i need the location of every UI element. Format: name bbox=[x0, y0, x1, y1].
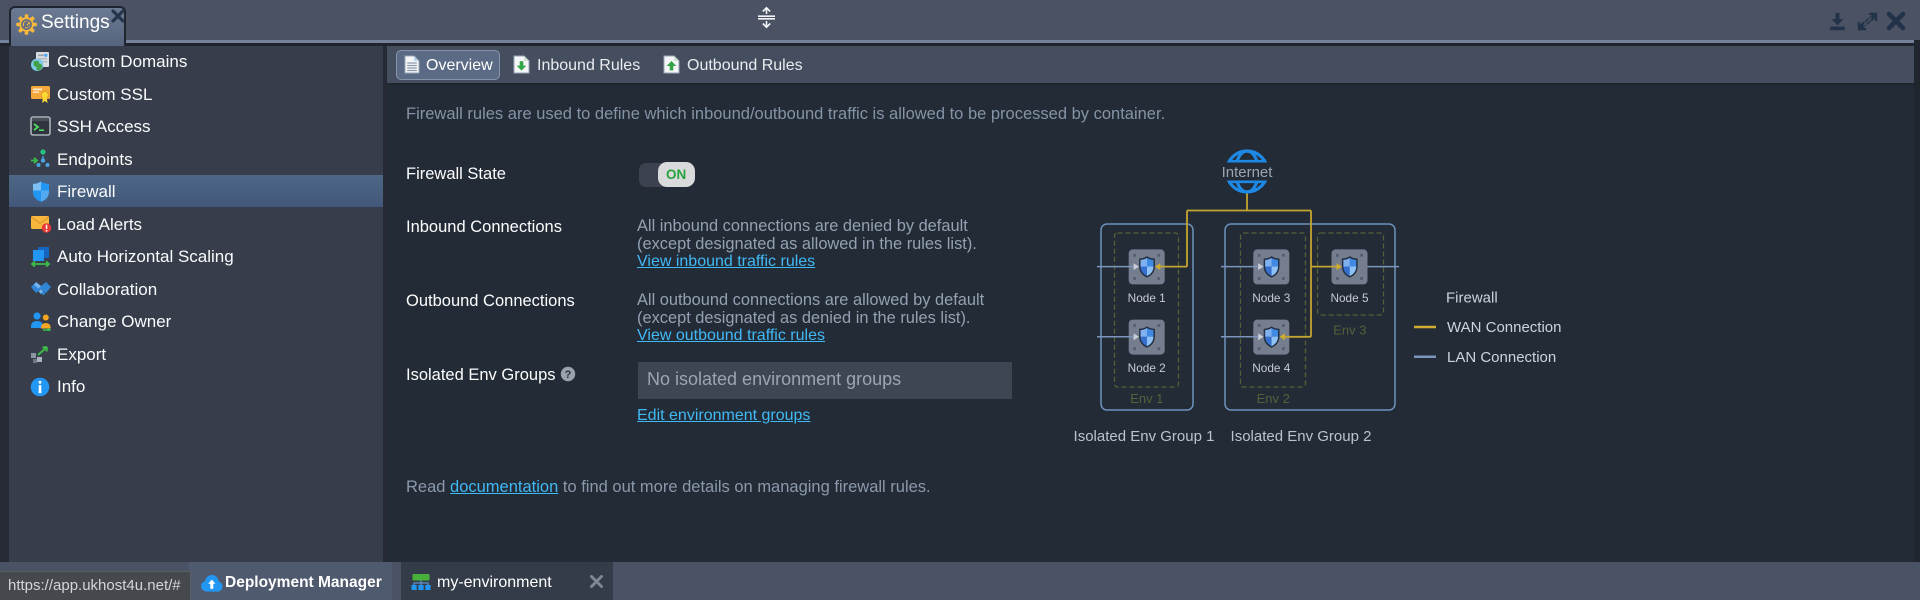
svg-text:Isolated Env Group 2: Isolated Env Group 2 bbox=[1231, 428, 1372, 445]
svg-text:Isolated Env Group 1: Isolated Env Group 1 bbox=[1074, 428, 1215, 445]
svg-text:LAN Connection: LAN Connection bbox=[1447, 349, 1556, 366]
svg-text:Env 2: Env 2 bbox=[1257, 391, 1290, 406]
svg-text:Env 1: Env 1 bbox=[1130, 391, 1163, 406]
svg-text:WAN Connection: WAN Connection bbox=[1447, 319, 1562, 336]
svg-text:Node 3: Node 3 bbox=[1252, 291, 1290, 305]
svg-text:Node 5: Node 5 bbox=[1330, 291, 1368, 305]
svg-text:Node 4: Node 4 bbox=[1252, 361, 1290, 375]
svg-text:?: ? bbox=[565, 369, 572, 381]
svg-text:Firewall: Firewall bbox=[1446, 290, 1498, 307]
svg-text:Internet: Internet bbox=[1222, 164, 1274, 181]
svg-text:Node 2: Node 2 bbox=[1128, 361, 1166, 375]
svg-text:Node 1: Node 1 bbox=[1128, 291, 1166, 305]
svg-text:Env 3: Env 3 bbox=[1333, 323, 1366, 338]
